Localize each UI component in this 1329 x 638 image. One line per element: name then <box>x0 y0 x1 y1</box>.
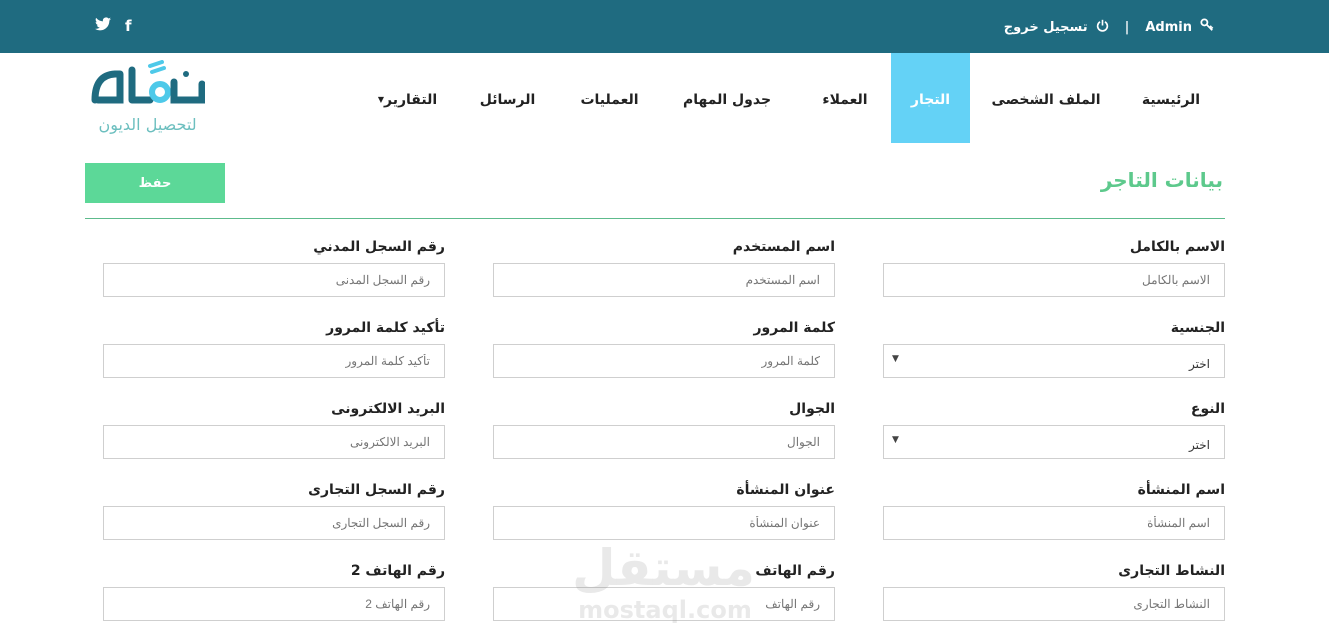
nav-clients[interactable]: العملاء <box>800 53 890 143</box>
phone2-label: رقم الهاتف 2 <box>350 563 445 579</box>
confirm-password-input[interactable] <box>103 344 445 378</box>
civil-id-input[interactable] <box>103 263 445 297</box>
dropdown-arrow-icon: ▼ <box>892 435 899 445</box>
password-input[interactable] <box>493 344 835 378</box>
mobile-label: الجوال <box>789 401 835 417</box>
mobile-input[interactable] <box>493 425 835 459</box>
top-bar: f Admin | تسجيل خروج <box>0 0 1329 53</box>
key-icon <box>1200 18 1214 36</box>
nav-operations[interactable]: العمليات <box>567 53 652 143</box>
nationality-label: الجنسية <box>1170 320 1225 336</box>
full-name-label: الاسم بالكامل <box>1129 239 1225 255</box>
business-activity-label: النشاط التجارى <box>1118 563 1225 579</box>
dropdown-arrow-icon: ▼ <box>892 354 899 364</box>
power-icon <box>1096 19 1109 36</box>
gender-value: اختر <box>1189 438 1210 452</box>
gender-label: النوع <box>1190 401 1225 417</box>
nav-messages[interactable]: الرسائل <box>470 53 545 143</box>
nav-reports[interactable]: ▼التقارير <box>365 53 450 143</box>
save-button[interactable]: حفظ <box>85 163 225 203</box>
twitter-icon[interactable] <box>95 17 111 35</box>
civil-id-label: رقم السجل المدني <box>313 239 445 255</box>
company-name-label: اسم المنشأة <box>1137 482 1225 498</box>
main-nav: الرئيسية الملف الشخصى التجار العملاء جدو… <box>0 53 1329 143</box>
page-title: بيانات التاجر <box>1100 168 1223 192</box>
company-name-input[interactable] <box>883 506 1225 540</box>
nav-reports-label: التقارير <box>384 92 438 108</box>
logout-link[interactable]: تسجيل خروج <box>1004 20 1088 35</box>
watermark: مستقل mostaql.com <box>572 539 755 630</box>
confirm-password-label: تأكيد كلمة المرور <box>326 320 445 336</box>
nav-tasks[interactable]: جدول المهام <box>672 53 782 143</box>
nav-profile[interactable]: الملف الشخصى <box>985 53 1107 143</box>
username-input[interactable] <box>493 263 835 297</box>
watermark-arabic: مستقل <box>572 539 755 597</box>
nationality-value: اختر <box>1189 357 1210 371</box>
commercial-reg-input[interactable] <box>103 506 445 540</box>
company-address-label: عنوان المنشأة <box>736 482 835 498</box>
full-name-input[interactable] <box>883 263 1225 297</box>
facebook-icon[interactable]: f <box>125 17 132 35</box>
company-address-input[interactable] <box>493 506 835 540</box>
nationality-select[interactable]: اختر ▼ <box>883 344 1225 378</box>
separator: | <box>1124 19 1130 35</box>
email-input[interactable] <box>103 425 445 459</box>
email-label: البريد الالكترونى <box>331 401 445 417</box>
user-box: Admin | تسجيل خروج <box>1004 18 1214 36</box>
phone2-input[interactable] <box>103 587 445 621</box>
divider <box>85 218 1225 219</box>
nav-home[interactable]: الرئيسية <box>1127 53 1215 143</box>
business-activity-input[interactable] <box>883 587 1225 621</box>
password-label: كلمة المرور <box>753 320 835 336</box>
gender-select[interactable]: اختر ▼ <box>883 425 1225 459</box>
watermark-latin: mostaql.com <box>578 596 752 624</box>
social-links: f <box>95 17 132 35</box>
commercial-reg-label: رقم السجل التجارى <box>308 482 445 498</box>
username-label: اسم المستخدم <box>732 239 835 255</box>
nav-merchants[interactable]: التجار <box>891 53 970 143</box>
username-link[interactable]: Admin <box>1145 20 1192 35</box>
